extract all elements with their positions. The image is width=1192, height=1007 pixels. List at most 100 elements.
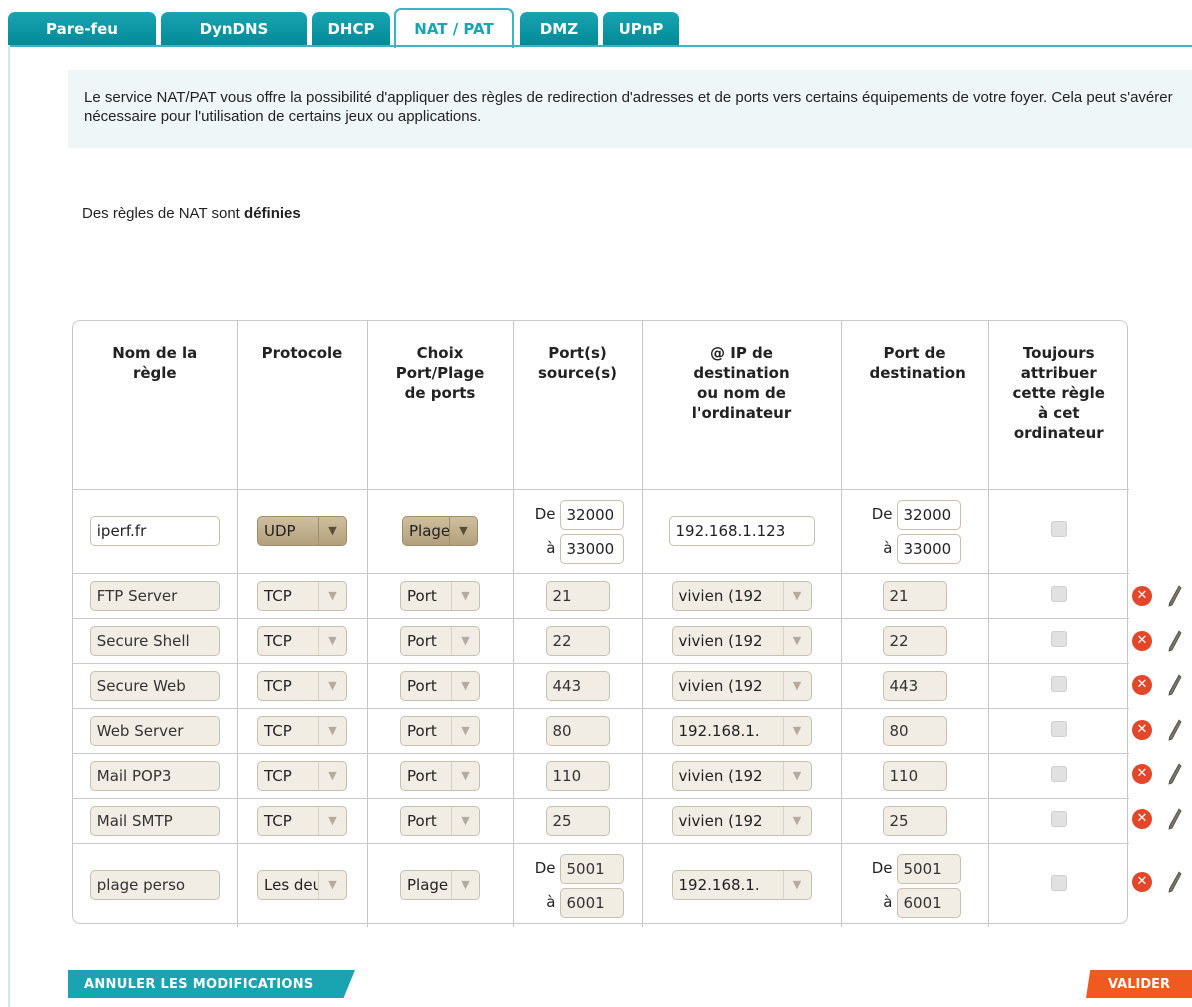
- header-port-mode: Choix Port/Plage de ports: [367, 321, 514, 490]
- source-port-to-input[interactable]: 33000: [559, 533, 624, 564]
- header-destination-ip: @ IP de destination ou nom de l'ordinate…: [642, 321, 842, 490]
- destination-ip-select: vivien (192 ▼: [671, 580, 812, 611]
- chevron-down-icon: ▼: [782, 806, 811, 835]
- pencil-icon[interactable]: [1168, 630, 1182, 652]
- chevron-down-icon: ▼: [318, 806, 346, 835]
- header-destination-port: Port de destination: [841, 321, 989, 490]
- source-port-field: 21: [545, 580, 610, 611]
- chevron-down-icon: ▼: [451, 581, 479, 610]
- destination-ip-input[interactable]: 192.168.1.123: [668, 516, 815, 546]
- rule-name-field: Secure Shell: [89, 625, 220, 656]
- port-mode-select: Port ▼: [400, 580, 480, 611]
- rule-actions: ✕: [1132, 718, 1192, 742]
- always-assign-checkbox: [1050, 630, 1067, 647]
- port-mode-select: Port ▼: [400, 715, 480, 746]
- tab-dmz[interactable]: DMZ: [520, 12, 598, 46]
- rule-actions: ✕: [1132, 584, 1192, 608]
- delete-icon[interactable]: ✕: [1132, 809, 1152, 829]
- destination-port-to-field: 6001: [896, 887, 961, 918]
- header-rule-name: Nom de la règle: [73, 321, 238, 490]
- nat-status: Des règles de NAT sont définies: [82, 205, 301, 222]
- rule-actions: ✕: [1132, 762, 1192, 786]
- port-mode-select: Plage ▼: [400, 870, 480, 901]
- header-always-assign: Toujours attribuer cette règle à cet ord…: [988, 321, 1129, 490]
- cancel-button[interactable]: ANNULER LES MODIFICATIONS: [68, 970, 355, 998]
- delete-icon[interactable]: ✕: [1132, 720, 1152, 740]
- delete-icon[interactable]: ✕: [1132, 872, 1152, 892]
- chevron-down-icon: ▼: [451, 871, 479, 900]
- source-port-field: 25: [545, 805, 610, 836]
- chevron-down-icon: ▼: [782, 626, 811, 655]
- chevron-down-icon: ▼: [782, 761, 811, 790]
- delete-icon[interactable]: ✕: [1132, 631, 1152, 651]
- source-port-from-input[interactable]: 32000: [559, 499, 624, 530]
- protocol-select[interactable]: UDP ▼: [257, 516, 347, 546]
- port-mode-select[interactable]: Plage ▼: [402, 516, 478, 546]
- rule-name-field: Secure Web: [89, 670, 220, 701]
- chevron-down-icon: ▼: [782, 871, 811, 900]
- tab-upnp[interactable]: UPnP: [603, 12, 679, 46]
- header-protocol: Protocole: [237, 321, 368, 490]
- pencil-icon[interactable]: [1168, 808, 1182, 830]
- rule-name-field: Web Server: [89, 715, 220, 746]
- pencil-icon[interactable]: [1168, 719, 1182, 741]
- pencil-icon[interactable]: [1168, 585, 1182, 607]
- rule-row: Secure Web TCP ▼ Port ▼ 443 vivien (192 ▼ 4…: [73, 663, 1129, 709]
- submit-button[interactable]: VALIDER: [1086, 970, 1192, 998]
- rule-row: Mail SMTP TCP ▼ Port ▼ 25 vivien (192 ▼ 25: [73, 798, 1129, 844]
- always-assign-checkbox: [1050, 765, 1067, 782]
- rule-name-field: plage perso: [89, 870, 220, 901]
- protocol-select: TCP ▼: [257, 580, 347, 611]
- rule-row: plage perso Les deux▼ Plage▼ De5001 à600…: [73, 843, 1129, 927]
- rule-name-input[interactable]: iperf.fr: [89, 516, 220, 546]
- destination-port-to-input[interactable]: 33000: [896, 533, 961, 564]
- delete-icon[interactable]: ✕: [1132, 764, 1152, 784]
- pencil-icon[interactable]: [1168, 674, 1182, 696]
- chevron-down-icon: ▼: [318, 871, 346, 900]
- info-text: Le service NAT/PAT vous offre la possibi…: [84, 89, 1173, 125]
- protocol-select: TCP ▼: [257, 715, 347, 746]
- pencil-icon[interactable]: [1168, 871, 1182, 893]
- rule-name-field: FTP Server: [89, 580, 220, 611]
- rule-row: Mail POP3 TCP ▼ Port ▼ 110 vivien (192 ▼ 11…: [73, 753, 1129, 799]
- protocol-select: Les deux▼: [257, 870, 347, 901]
- tab-underline: [8, 45, 1192, 47]
- always-assign-checkbox: [1050, 585, 1067, 602]
- destination-port-field: 110: [882, 760, 947, 791]
- panel-border: [8, 45, 10, 1007]
- status-value: définies: [244, 205, 301, 222]
- chevron-down-icon: ▼: [318, 581, 346, 610]
- port-mode-select: Port ▼: [400, 625, 480, 656]
- always-assign-checkbox: [1050, 720, 1067, 737]
- destination-port-from-input[interactable]: 32000: [896, 499, 961, 530]
- always-assign-checkbox[interactable]: [1050, 521, 1067, 537]
- chevron-down-icon: ▼: [782, 671, 811, 700]
- destination-ip-select: vivien (192 ▼: [671, 625, 812, 656]
- destination-ip-select: 192.168.1. ▼: [671, 715, 812, 746]
- rule-row: FTP Server TCP ▼ Port ▼ 21 vivien (192 ▼ 21: [73, 573, 1129, 619]
- chevron-down-icon: ▼: [318, 517, 346, 545]
- destination-ip-select: vivien (192 ▼: [671, 670, 812, 701]
- delete-icon[interactable]: ✕: [1132, 675, 1152, 695]
- destination-ip-select: vivien (192 ▼: [671, 805, 812, 836]
- rule-name-field: Mail POP3: [89, 760, 220, 791]
- chevron-down-icon: ▼: [318, 761, 346, 790]
- tab-pare-feu[interactable]: Pare-feu: [8, 12, 156, 46]
- chevron-down-icon: ▼: [451, 671, 479, 700]
- port-mode-select: Port ▼: [400, 670, 480, 701]
- tab-bar: Pare-feu DynDNS DHCP NAT / PAT DMZ UPnP: [0, 8, 1192, 48]
- destination-port-field: 80: [882, 715, 947, 746]
- chevron-down-icon: ▼: [451, 626, 479, 655]
- pencil-icon[interactable]: [1168, 763, 1182, 785]
- always-assign-checkbox: [1050, 675, 1067, 692]
- delete-icon[interactable]: ✕: [1132, 586, 1152, 606]
- tab-nat-pat[interactable]: NAT / PAT: [394, 8, 514, 48]
- nat-rules-table: Nom de la règle Protocole Choix Port/Pla…: [72, 320, 1129, 927]
- destination-port-field: 22: [882, 625, 947, 656]
- port-mode-select: Port ▼: [400, 805, 480, 836]
- tab-dyndns[interactable]: DynDNS: [161, 12, 307, 46]
- protocol-select: TCP ▼: [257, 760, 347, 791]
- chevron-down-icon: ▼: [782, 581, 811, 610]
- source-port-field: 110: [545, 760, 610, 791]
- tab-dhcp[interactable]: DHCP: [312, 12, 390, 46]
